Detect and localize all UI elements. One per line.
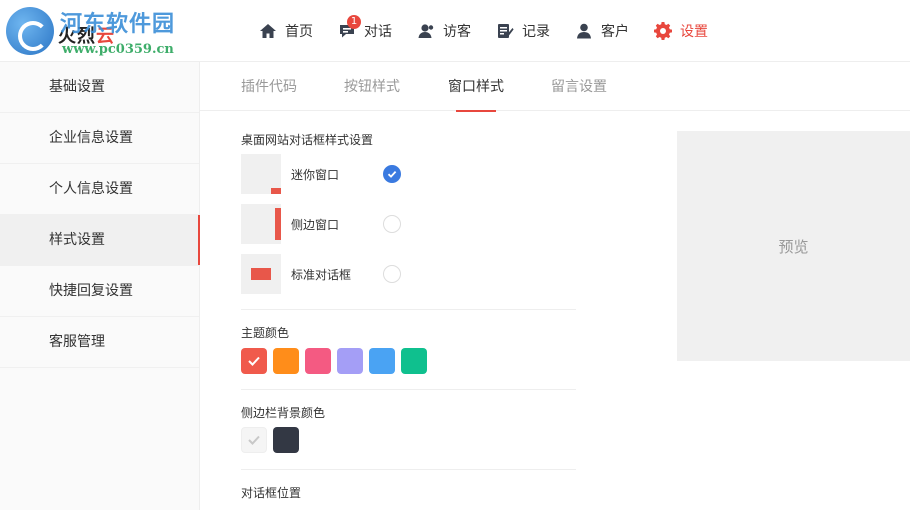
divider [241,309,576,310]
theme-swatch-orange[interactable] [273,348,299,374]
home-icon [258,21,278,41]
main-nav: 首页 1 对话 访客 记录 客户 设置 [258,0,732,62]
nav-settings[interactable]: 设置 [653,0,708,62]
preview-label: 预览 [778,237,809,256]
side-window-thumbnail [241,204,281,244]
sidebar: 基础设置 企业信息设置 个人信息设置 样式设置 快捷回复设置 客服管理 [0,62,200,510]
sidebar-bg-color-title: 侧边栏背景颜色 [241,406,326,420]
nav-home[interactable]: 首页 [258,0,313,62]
nav-record[interactable]: 记录 [495,0,550,62]
watermark-url: www.pc0359.cn [62,42,174,57]
logo-icon [6,7,54,55]
mini-window-thumbnail [241,154,281,194]
app-root: 火烈云 河东软件园 www.pc0359.cn 首页 1 对话 访客 记录 客户… [0,0,910,510]
sidebar-item-quick-reply[interactable]: 快捷回复设置 [0,266,199,317]
style-option-label: 迷你窗口 [291,167,340,182]
sidebar-item-agent-management[interactable]: 客服管理 [0,317,199,368]
settings-tabs: 插件代码 按钮样式 窗口样式 留言设置 [200,62,910,112]
tab-window-style[interactable]: 窗口样式 [448,62,504,112]
record-icon [495,21,515,41]
radio-standard-dialog[interactable] [383,265,401,283]
tab-plugin-code[interactable]: 插件代码 [241,62,297,111]
theme-swatch-pink[interactable] [305,348,331,374]
gear-icon [653,21,673,41]
nav-chat[interactable]: 1 对话 [337,0,392,62]
chat-badge: 1 [347,15,361,29]
preview-panel: 预览 [677,131,910,361]
style-option-standard[interactable]: 标准对话框 [241,254,441,294]
style-option-mini[interactable]: 迷你窗口 [241,154,441,194]
divider [241,469,576,470]
sidebar-bg-swatches [241,427,305,453]
style-option-side[interactable]: 侧边窗口 [241,204,441,244]
tab-message-settings[interactable]: 留言设置 [551,62,607,111]
sidebar-item-style[interactable]: 样式设置 [0,215,200,266]
dialog-position-title: 对话框位置 [241,486,302,500]
sidebar-item-company-info[interactable]: 企业信息设置 [0,113,199,164]
sidebar-item-basic[interactable]: 基础设置 [0,62,199,113]
divider [241,389,576,390]
standard-dialog-thumbnail [241,254,281,294]
watermark-title: 河东软件园 [60,11,176,37]
radio-mini-window[interactable] [383,165,401,183]
theme-color-swatches [241,348,433,374]
customer-icon [574,21,594,41]
theme-color-title: 主题颜色 [241,326,290,340]
sidebar-bg-swatch-light[interactable] [241,427,267,453]
logo[interactable]: 火烈云 河东软件园 www.pc0359.cn [0,0,210,62]
theme-swatch-red[interactable] [241,348,267,374]
sidebar-item-personal-info[interactable]: 个人信息设置 [0,164,199,215]
nav-customer[interactable]: 客户 [574,0,629,62]
sidebar-bg-swatch-dark[interactable] [273,427,299,453]
check-icon [387,170,397,178]
top-bar: 火烈云 河东软件园 www.pc0359.cn 首页 1 对话 访客 记录 客户… [0,0,910,62]
check-icon [248,435,260,445]
style-option-label: 侧边窗口 [291,217,340,232]
check-icon [248,356,260,366]
theme-swatch-blue[interactable] [369,348,395,374]
theme-swatch-green[interactable] [401,348,427,374]
theme-swatch-purple[interactable] [337,348,363,374]
style-option-label: 标准对话框 [291,267,352,282]
window-style-title: 桌面网站对话框样式设置 [241,133,374,147]
tab-button-style[interactable]: 按钮样式 [344,62,400,111]
visitor-icon [416,21,436,41]
radio-side-window[interactable] [383,215,401,233]
nav-visitor[interactable]: 访客 [416,0,471,62]
